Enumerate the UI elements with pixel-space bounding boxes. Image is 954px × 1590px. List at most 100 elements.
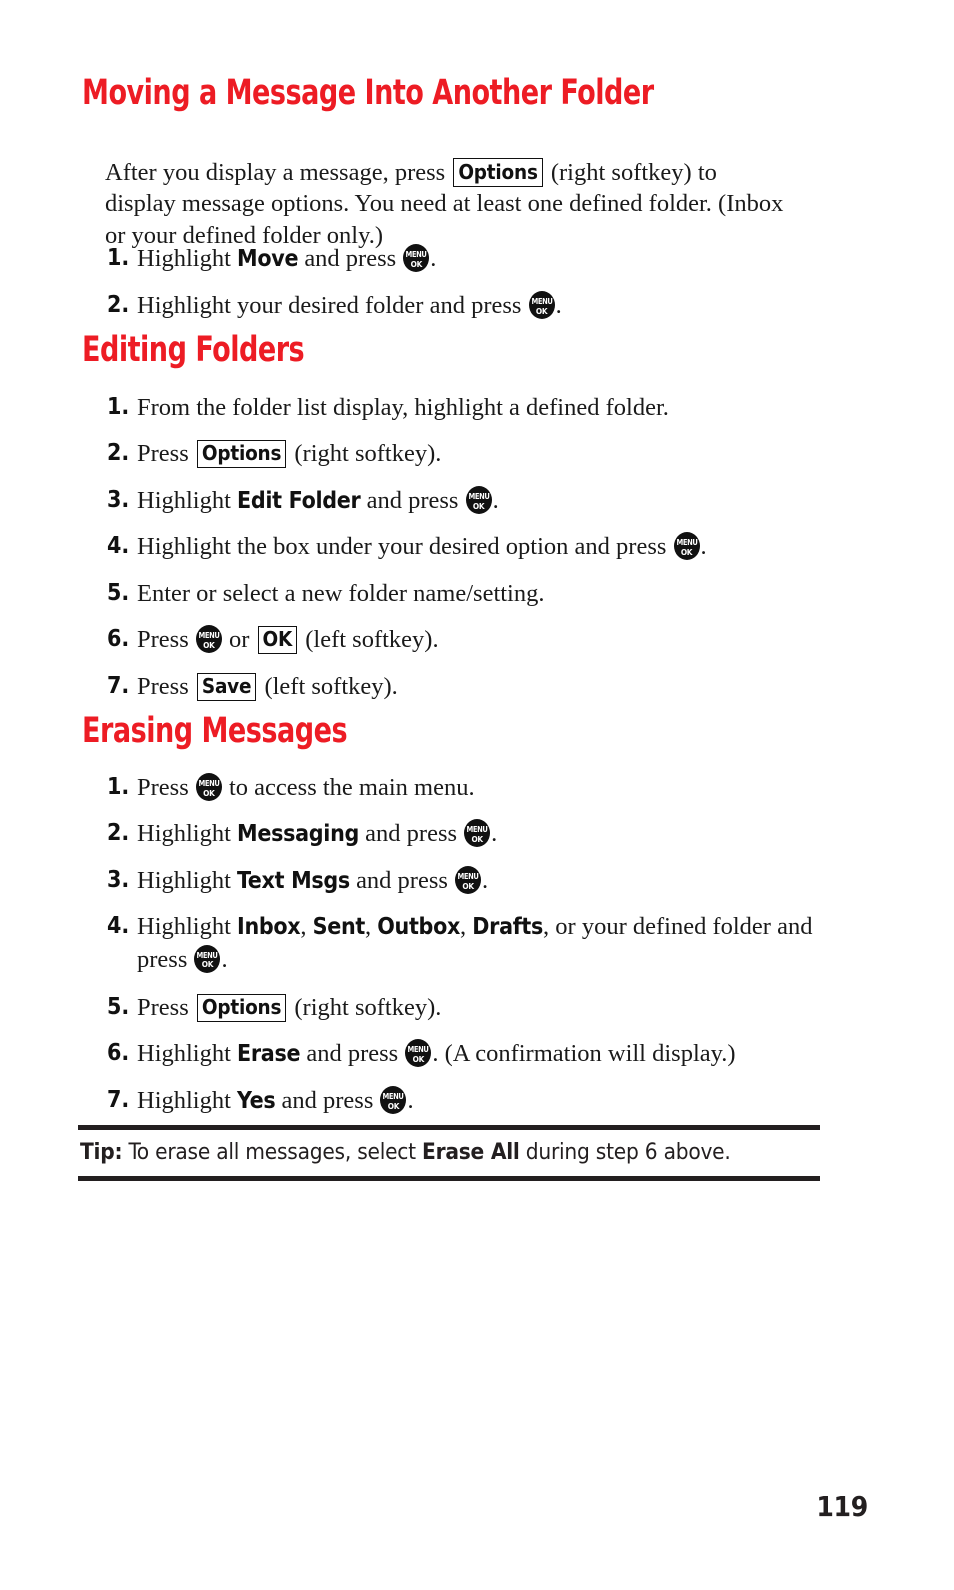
menu-item-messaging: Messaging <box>237 821 360 847</box>
menu-item-inbox: Inbox <box>237 914 301 940</box>
menu-ok-key-icon[interactable]: MENU OK <box>528 291 555 319</box>
step-item: 4. Highlight the box under your desired … <box>107 531 887 563</box>
intro-paragraph: After you display a message, press Optio… <box>105 157 785 252</box>
step-text-part3: . <box>221 945 228 973</box>
softkey-ok[interactable]: OK <box>257 625 298 654</box>
step-text: Highlight Edit Folder and press MENU OK. <box>137 485 867 518</box>
step-text-part1: Press <box>137 774 195 801</box>
step-text-part1: Highlight the box under your desired opt… <box>137 533 673 560</box>
step-text-mid: or <box>222 626 256 653</box>
step-text-part3: to access the main menu. <box>222 774 475 801</box>
step-text-part2: and press <box>360 487 465 514</box>
step-text: Highlight Erase and press MENU OK. (A con… <box>137 1038 887 1071</box>
menu-ok-key-icon[interactable]: MENU OK <box>195 773 222 801</box>
page-number: 119 <box>816 1490 868 1523</box>
step-number: 2. <box>107 292 130 318</box>
softkey-options[interactable]: Options <box>196 993 287 1022</box>
step-text: Highlight Yes and press MENU OK. <box>137 1085 867 1118</box>
step-text-part2: and press <box>298 245 403 272</box>
step-text: Enter or select a new folder name/settin… <box>137 580 545 607</box>
step-text: Highlight Move and press MENU OK. <box>137 243 807 276</box>
tip-callout: Tip: To erase all messages, select Erase… <box>78 1125 820 1181</box>
menu-item-move: Move <box>237 246 299 272</box>
menu-ok-key-bottom-label: OK <box>535 305 548 316</box>
step-text-part2: (right softkey). <box>288 440 442 467</box>
step-text-part3: . <box>407 1087 414 1114</box>
menu-ok-key-icon[interactable]: MENU OK <box>455 866 482 894</box>
step-item: 6. Press MENU OK or OK (left softkey). <box>107 624 867 656</box>
menu-ok-key-icon[interactable]: MENU OK <box>465 486 492 514</box>
step-item: 2. Press Options (right softkey). <box>107 438 867 470</box>
step-text: Press Options (right softkey). <box>137 992 867 1024</box>
section-heading-erasing-messages: Erasing Messages <box>82 711 348 751</box>
step-text-separator: , <box>300 913 313 940</box>
softkey-options[interactable]: Options <box>196 439 287 468</box>
step-item: 1. Highlight Move and press MENU OK. <box>107 243 807 276</box>
step-number: 6. <box>107 1040 130 1066</box>
step-text-part2: (left softkey). <box>299 626 439 653</box>
step-number: 3. <box>107 867 130 893</box>
tip-text-after: during step 6 above. <box>519 1139 731 1165</box>
softkey-options[interactable]: Options <box>453 158 543 187</box>
menu-ok-key-icon[interactable]: MENU OK <box>380 1086 407 1114</box>
softkey-save[interactable]: Save <box>196 672 257 701</box>
step-text: Highlight your desired folder and press … <box>137 290 807 322</box>
step-item: 7. Highlight Yes and press MENU OK. <box>107 1085 867 1118</box>
menu-item-erase-all: Erase All <box>422 1139 520 1165</box>
step-text-part3: . <box>700 533 707 560</box>
section-heading-moving-a-message: Moving a Message Into Another Folder <box>82 73 654 113</box>
step-text-part1: Press <box>137 994 195 1021</box>
menu-ok-key-bottom-label: OK <box>387 1100 400 1111</box>
menu-ok-key-icon[interactable]: MENU OK <box>403 244 430 272</box>
menu-ok-key-bottom-label: OK <box>412 1053 425 1064</box>
step-number: 6. <box>107 626 130 652</box>
step-text-part1: Press <box>137 440 195 467</box>
step-text: Press Save (left softkey). <box>137 671 867 703</box>
menu-ok-key-top-label: MENU <box>466 824 488 834</box>
step-text: Highlight Messaging and press MENU OK. <box>137 818 867 851</box>
menu-ok-key-bottom-label: OK <box>410 258 423 269</box>
step-item: 3. Highlight Text Msgs and press MENU OK. <box>107 865 867 898</box>
menu-item-yes: Yes <box>237 1088 276 1114</box>
menu-ok-key-bottom-label: OK <box>203 787 215 798</box>
menu-ok-key-bottom-label: OK <box>471 833 483 844</box>
menu-ok-key-top-label: MENU <box>383 1091 404 1101</box>
step-text-part3: . <box>555 292 562 319</box>
menu-ok-key-bottom-label: OK <box>201 959 214 969</box>
step-item: 1. Press MENU OK to access the main menu. <box>107 772 867 804</box>
step-text-part1: Highlight your desired folder and press <box>137 292 528 319</box>
step-text-part1: Press <box>137 673 195 700</box>
step-number: 2. <box>107 440 130 466</box>
step-number: 1. <box>107 394 130 420</box>
menu-ok-key-icon[interactable]: MENU OK <box>194 944 221 973</box>
step-text-part3: . <box>491 820 498 847</box>
menu-ok-key-bottom-label: OK <box>680 546 693 557</box>
step-text-part2: and press <box>300 1040 405 1067</box>
menu-ok-key-top-label: MENU <box>468 491 490 501</box>
step-text-part1: Highlight <box>137 913 238 940</box>
step-text-part1: Highlight <box>137 820 238 847</box>
step-text-part1: Highlight <box>137 1087 238 1114</box>
step-text-part1: Highlight <box>137 867 238 894</box>
step-text-part2: and press <box>349 867 455 894</box>
menu-ok-key-icon[interactable]: MENU OK <box>673 532 700 560</box>
step-item: 1. From the folder list display, highlig… <box>107 392 867 424</box>
menu-ok-key-icon[interactable]: MENU OK <box>195 625 222 653</box>
tip-label: Tip: <box>80 1139 123 1165</box>
menu-ok-key-top-label: MENU <box>457 871 479 881</box>
step-text-part2: (right softkey). <box>288 994 442 1021</box>
step-text-part3: . <box>430 245 437 272</box>
menu-ok-key-top-label: MENU <box>407 1044 429 1054</box>
menu-ok-key-icon[interactable]: MENU OK <box>464 819 491 847</box>
menu-ok-key-icon[interactable]: MENU OK <box>405 1039 432 1067</box>
menu-item-drafts: Drafts <box>472 914 544 940</box>
step-item: 3. Highlight Edit Folder and press MENU O… <box>107 485 867 518</box>
menu-item-sent: Sent <box>312 914 366 940</box>
step-text-part2: and press <box>359 820 464 847</box>
intro-text-part1: After you display a message, press <box>105 158 452 186</box>
step-item: 5. Press Options (right softkey). <box>107 992 867 1024</box>
step-text-part3: . (A confirmation will display.) <box>432 1040 736 1067</box>
step-number: 5. <box>107 994 130 1020</box>
step-number: 1. <box>107 245 130 271</box>
menu-ok-key-top-label: MENU <box>197 949 218 960</box>
